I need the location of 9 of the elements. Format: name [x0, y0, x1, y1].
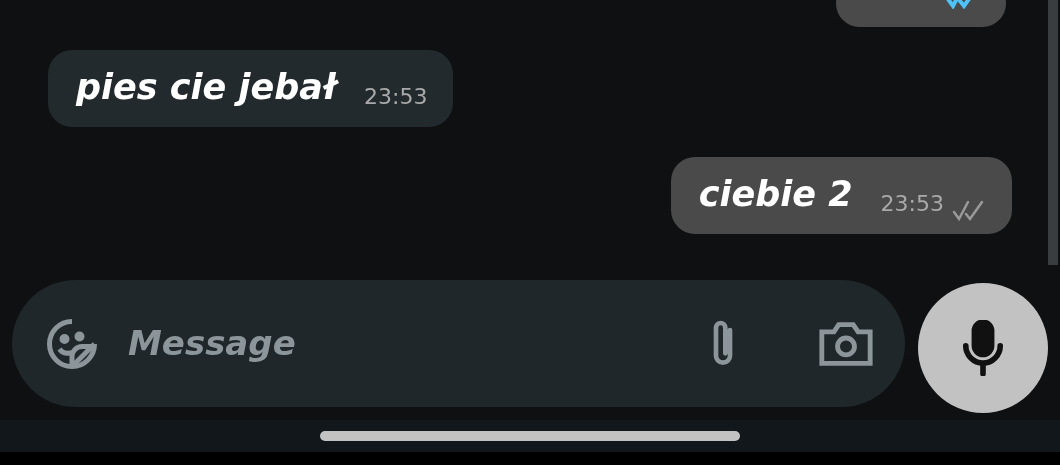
- message-time: 23:53: [364, 83, 428, 111]
- message-bubble[interactable]: ciebie 2 23:53: [670, 157, 1012, 234]
- scrollbar[interactable]: [1048, 0, 1058, 265]
- message-bubble[interactable]: pies cie jebał 23:53: [48, 50, 454, 127]
- message-text: ciebie 2: [698, 173, 853, 216]
- message-field[interactable]: Message: [12, 280, 905, 407]
- microphone-icon: [961, 320, 1005, 376]
- message-time: 23:53: [880, 190, 944, 218]
- message-placeholder: Message: [128, 322, 297, 365]
